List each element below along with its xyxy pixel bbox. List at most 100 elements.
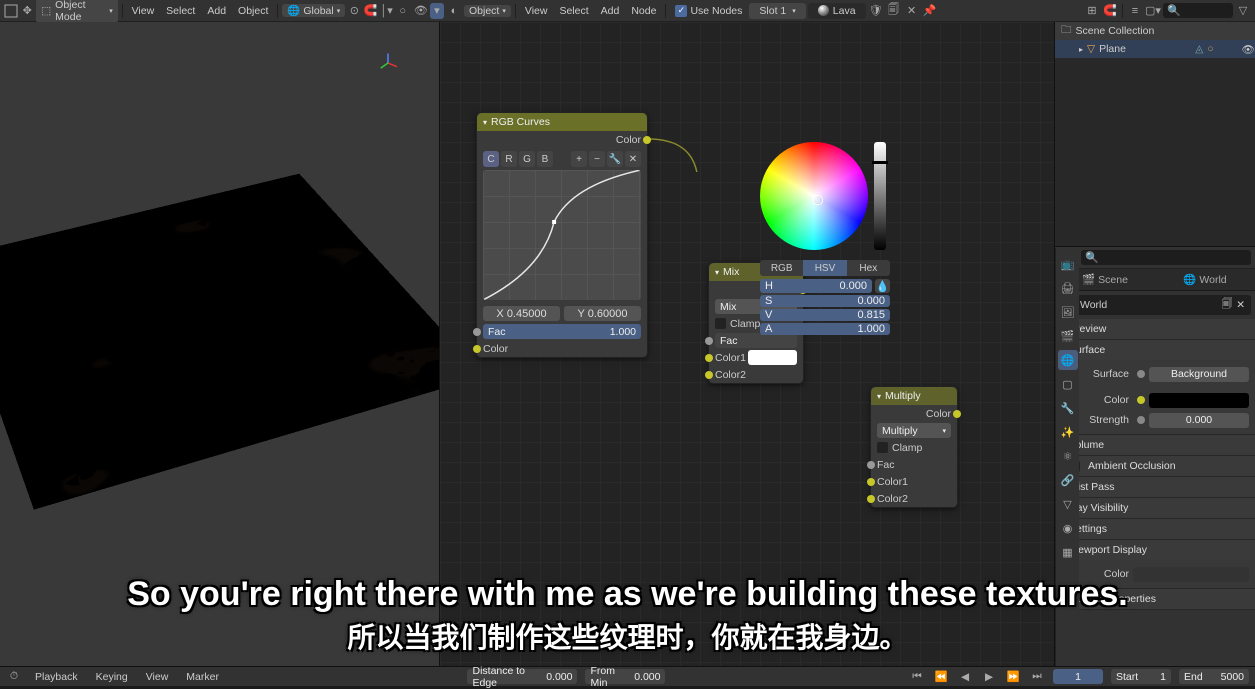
viewport-menu-select[interactable]: Select <box>161 5 200 17</box>
picker-v[interactable]: V0.815 <box>760 309 890 321</box>
proptab-texture[interactable]: ▦ <box>1058 542 1078 562</box>
node-header[interactable]: ▾Multiply <box>871 387 957 405</box>
picker-tab-hex[interactable]: Hex <box>847 260 890 276</box>
timeline-editor-icon[interactable]: ⏱ <box>6 669 22 685</box>
outliner-scene-collection[interactable]: 🗀 Scene Collection <box>1055 22 1255 40</box>
color-swatch[interactable] <box>1149 393 1249 408</box>
node-multiply[interactable]: ▾Multiply Color Multiply▾ Clamp Fac Colo… <box>870 386 958 508</box>
orientation-dropdown[interactable]: 🌐 Global ▾ <box>282 4 345 17</box>
current-frame[interactable]: 1 <box>1053 669 1103 684</box>
panel-volume[interactable]: ▸Volume <box>1055 435 1255 455</box>
play-rev-icon[interactable]: ◀ <box>957 669 973 685</box>
mat-users-icon[interactable]: 🛡 <box>868 3 884 19</box>
node-editor[interactable]: ▾RGB Curves Color C R G B + − 🔧 ✕ X 0.45… <box>440 22 1055 666</box>
unlink-icon[interactable]: ✕ <box>1236 299 1245 311</box>
proptab-modifier[interactable]: 🔧 <box>1058 398 1078 418</box>
3d-viewport[interactable] <box>0 22 440 666</box>
unlink-mat-icon[interactable]: ✕ <box>904 3 920 19</box>
value-slider[interactable] <box>874 142 886 250</box>
jump-end-icon[interactable]: ⏭ <box>1029 669 1045 685</box>
prev-key-icon[interactable]: ⏪ <box>933 669 949 685</box>
tools-icon[interactable]: 🔧 <box>607 151 623 167</box>
axis-gizmo[interactable] <box>377 52 399 74</box>
snap-node-icon[interactable]: 🧲 <box>1102 3 1118 19</box>
timeline-keying[interactable]: Keying <box>91 667 133 686</box>
filter-icon[interactable]: ▽ <box>1235 3 1251 19</box>
panel-mist[interactable]: ▸Mist Pass <box>1055 477 1255 497</box>
picker-a[interactable]: A1.000 <box>760 323 890 335</box>
proptab-data[interactable]: ▽ <box>1058 494 1078 514</box>
shading-icon[interactable]: ▾ <box>430 3 444 19</box>
visibility-icon[interactable]: 👁 <box>414 3 428 19</box>
mesh-data-icon[interactable]: ◬ <box>1195 43 1203 55</box>
picker-tab-rgb[interactable]: RGB <box>760 260 803 276</box>
node-rgb-curves[interactable]: ▾RGB Curves Color C R G B + − 🔧 ✕ X 0.45… <box>476 112 648 358</box>
panel-rayvis[interactable]: ▸Ray Visibility <box>1055 498 1255 518</box>
display-mode-icon[interactable]: ▢▾ <box>1145 3 1161 19</box>
viewport-menu-object[interactable]: Object <box>233 5 273 17</box>
proptab-particle[interactable]: ✨ <box>1058 422 1078 442</box>
panel-preview[interactable]: ▸Preview <box>1055 319 1255 339</box>
timeline-playback[interactable]: Playback <box>30 667 83 686</box>
material-dropdown[interactable]: Lava <box>808 3 866 19</box>
node-menu-node[interactable]: Node <box>626 5 661 17</box>
picker-tab-hsv[interactable]: HSV <box>803 260 846 276</box>
zoom-in-icon[interactable]: + <box>571 151 587 167</box>
slot-dropdown[interactable]: Slot 1▾ <box>749 3 805 19</box>
end-frame[interactable]: End5000 <box>1179 669 1249 684</box>
rgb-fac-row[interactable]: Fac1.000 <box>477 323 647 340</box>
picker-s[interactable]: S0.000 <box>760 295 890 307</box>
surface-strength-row[interactable]: Strength0.000 <box>1061 410 1249 430</box>
world-dropdown[interactable]: World🗐✕ <box>1059 295 1251 315</box>
mult-clamp-checkbox[interactable]: Clamp <box>871 439 957 456</box>
proportional-icon[interactable]: ○ <box>396 3 410 19</box>
node-menu-select[interactable]: Select <box>554 5 593 17</box>
color-picker-popup[interactable]: RGB HSV Hex H0.000💧 S0.000 V0.815 A1.000 <box>760 142 890 335</box>
curve-tab-b[interactable]: B <box>537 151 553 167</box>
timeline-marker[interactable]: Marker <box>181 667 224 686</box>
node-header[interactable]: ▾RGB Curves <box>477 113 647 131</box>
mode-dropdown[interactable]: ⬚Object Mode▾ <box>36 0 117 23</box>
curve-y-field[interactable]: Y 0.60000 <box>564 306 641 321</box>
proptab-scene[interactable]: 🎬 <box>1058 326 1078 346</box>
node-menu-view[interactable]: View <box>520 5 553 17</box>
proptab-constraint[interactable]: 🔗 <box>1058 470 1078 490</box>
jump-start-icon[interactable]: ⏮ <box>909 669 925 685</box>
snap-icon[interactable]: 🧲 <box>363 3 377 19</box>
picker-h[interactable]: H0.000 <box>760 279 872 293</box>
mult-blend-dropdown[interactable]: Multiply▾ <box>871 422 957 439</box>
proptab-viewlayer[interactable]: 🖼 <box>1058 302 1078 322</box>
snap-type-icon[interactable]: │▾ <box>379 3 393 19</box>
viewport-color-row[interactable]: Color <box>1061 564 1249 584</box>
overlay-icon[interactable]: ⊞ <box>1084 3 1100 19</box>
node-type-dropdown[interactable]: Object ▾ <box>464 5 511 17</box>
panel-viewport-display[interactable]: ▾Viewport Display <box>1055 540 1255 560</box>
properties-search[interactable]: 🔍 <box>1081 250 1251 265</box>
curve-tab-r[interactable]: R <box>501 151 517 167</box>
cursor-icon[interactable]: ✥ <box>20 3 34 19</box>
proptab-render[interactable]: 📺 <box>1058 254 1078 274</box>
color-swatch[interactable] <box>1133 567 1249 582</box>
new-icon[interactable]: 🗐 <box>1222 296 1233 314</box>
panel-ao[interactable]: ▸Ambient Occlusion <box>1055 456 1255 476</box>
curve-x-field[interactable]: X 0.45000 <box>483 306 560 321</box>
surface-color-row[interactable]: Color <box>1061 390 1249 410</box>
panel-custom-props[interactable]: ▸Custom Properties <box>1055 589 1255 609</box>
tab-world[interactable]: 🌐 World <box>1155 269 1255 290</box>
node-menu-add[interactable]: Add <box>596 5 625 17</box>
outliner-item-plane[interactable]: ▸ ▽ Plane ◬ ○ 👁 <box>1055 40 1255 58</box>
eyedropper-icon[interactable]: 💧 <box>875 279 890 293</box>
mix-color1[interactable]: Color1 <box>709 349 803 366</box>
outliner[interactable]: 🗀 Scene Collection ▸ ▽ Plane ◬ ○ 👁 <box>1055 22 1255 247</box>
frommin-field[interactable]: From Min0.000 <box>585 669 665 684</box>
pin-icon[interactable]: 📌 <box>922 3 938 19</box>
new-mat-icon[interactable]: 🗐 <box>886 3 902 19</box>
curve-tab-g[interactable]: G <box>519 151 535 167</box>
curve-tab-c[interactable]: C <box>483 151 499 167</box>
use-nodes-checkbox[interactable]: ✓Use Nodes <box>670 5 747 17</box>
viewport-menu-view[interactable]: View <box>127 5 160 17</box>
proptab-object[interactable]: ▢ <box>1058 374 1078 394</box>
panel-surface[interactable]: ▾Surface <box>1055 340 1255 360</box>
proptab-physics[interactable]: ⚛ <box>1058 446 1078 466</box>
proptab-output[interactable]: 🖨 <box>1058 278 1078 298</box>
